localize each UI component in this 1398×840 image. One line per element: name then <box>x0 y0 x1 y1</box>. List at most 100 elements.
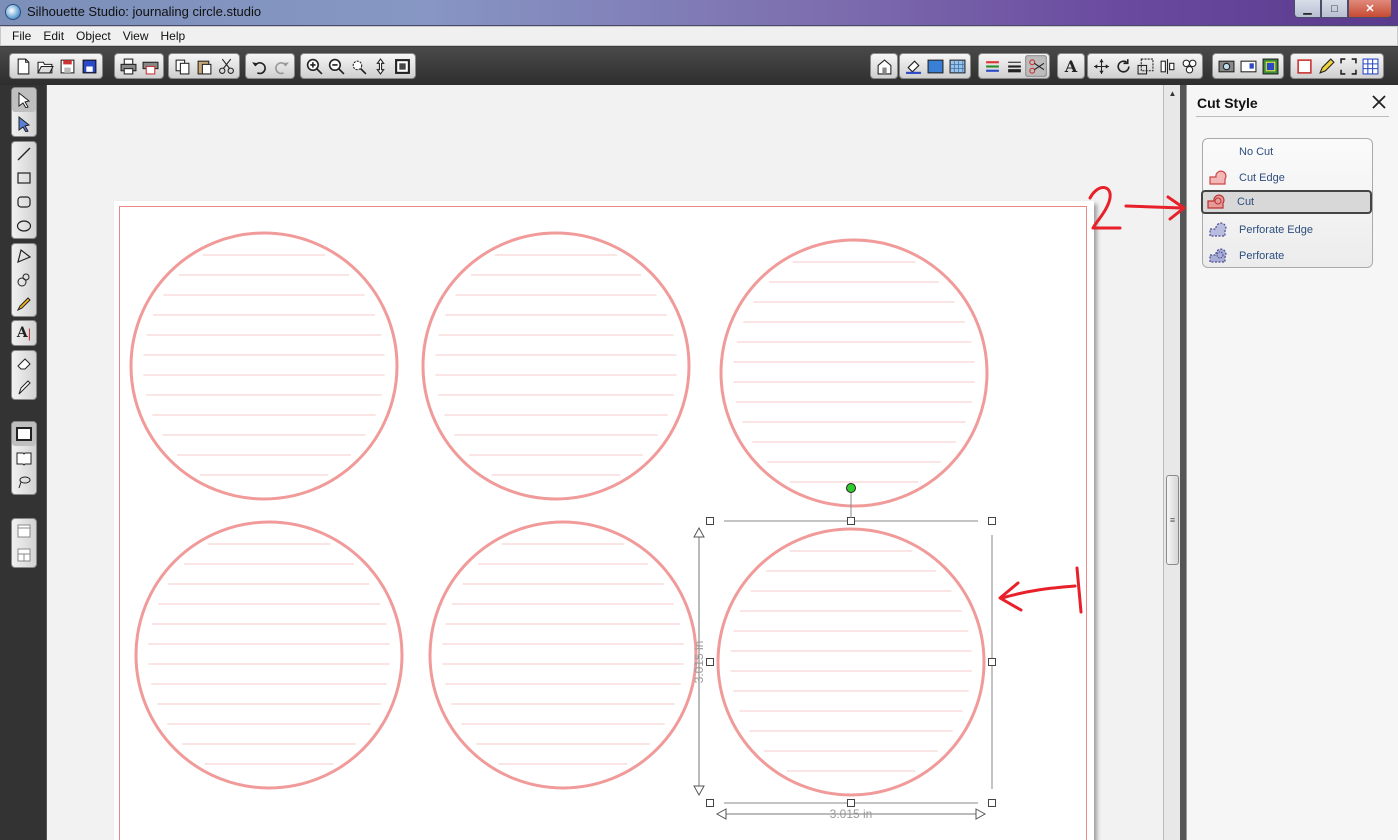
option-cut-edge[interactable]: Cut Edge <box>1205 166 1370 190</box>
grid-icon[interactable] <box>1359 55 1381 77</box>
print-icon[interactable] <box>117 55 139 77</box>
resize-handle[interactable] <box>706 517 714 525</box>
page-setup-icon[interactable] <box>1293 55 1315 77</box>
design-canvas[interactable]: 3.015 in 3.015 in <box>46 85 1163 840</box>
journaling-circle[interactable] <box>719 238 989 508</box>
undo-icon[interactable] <box>248 55 270 77</box>
text-style-icon[interactable]: A <box>1060 55 1082 77</box>
transform-icon[interactable] <box>1090 55 1112 77</box>
line-style-icon[interactable] <box>1003 55 1025 77</box>
close-window-button[interactable]: ✕ <box>1348 0 1392 18</box>
resize-handle[interactable] <box>706 799 714 807</box>
replicate-icon[interactable] <box>1178 55 1200 77</box>
view-single-icon[interactable] <box>12 519 36 543</box>
option-perforate[interactable]: Perforate <box>1205 244 1370 268</box>
menu-edit[interactable]: Edit <box>37 29 70 43</box>
paste-icon[interactable] <box>193 55 215 77</box>
scroll-up-arrow-icon[interactable]: ▲ <box>1164 85 1181 101</box>
canvas-shapes[interactable]: 3.015 in 3.015 in <box>47 85 1163 840</box>
fill-gradient-icon[interactable] <box>924 55 946 77</box>
journaling-circle[interactable] <box>716 527 986 797</box>
view-split-icon[interactable] <box>12 543 36 567</box>
polygon-icon[interactable] <box>12 244 36 268</box>
open-folder-icon[interactable] <box>34 55 56 77</box>
resize-handle[interactable] <box>847 517 855 525</box>
scale-icon[interactable] <box>1134 55 1156 77</box>
resize-handle[interactable] <box>988 517 996 525</box>
new-document-icon[interactable] <box>12 55 34 77</box>
vertical-scrollbar[interactable]: ▲ ≡ <box>1163 85 1180 840</box>
resize-handle[interactable] <box>706 658 714 666</box>
rectangle-icon[interactable] <box>12 166 36 190</box>
rounded-rectangle-icon[interactable] <box>12 190 36 214</box>
window-title: Silhouette Studio: journaling circle.stu… <box>27 4 262 19</box>
cut-scissors-icon[interactable] <box>215 55 237 77</box>
align-icon[interactable] <box>1156 55 1178 77</box>
rotate-icon[interactable] <box>1112 55 1134 77</box>
line-color-icon[interactable] <box>981 55 1003 77</box>
maximize-button[interactable]: □ <box>1321 0 1348 18</box>
zoom-select-icon[interactable] <box>347 55 369 77</box>
fit-page-icon[interactable] <box>391 55 413 77</box>
offset-icon[interactable] <box>1237 55 1259 77</box>
circle-outline <box>716 527 986 797</box>
fullscreen-icon[interactable] <box>1337 55 1359 77</box>
toolbar-group-store <box>870 53 898 79</box>
rotate-handle[interactable] <box>846 483 856 493</box>
journaling-circle[interactable] <box>421 231 691 501</box>
fill-color-icon[interactable] <box>902 55 924 77</box>
fill-pattern-icon[interactable] <box>946 55 968 77</box>
menu-help[interactable]: Help <box>155 29 192 43</box>
sketch-icon[interactable] <box>1315 55 1337 77</box>
trace-icon[interactable] <box>1215 55 1237 77</box>
redo-icon[interactable] <box>270 55 292 77</box>
print-cut-icon[interactable] <box>139 55 161 77</box>
ellipse-icon[interactable] <box>12 214 36 238</box>
circle-outline <box>129 231 399 501</box>
minimize-button[interactable]: ▁ <box>1294 0 1321 18</box>
resize-handle[interactable] <box>988 658 996 666</box>
journaling-circle[interactable] <box>428 520 698 790</box>
resize-handle[interactable] <box>988 799 996 807</box>
toolbar-group-history <box>245 53 295 79</box>
option-no-cut[interactable]: No Cut <box>1205 140 1370 164</box>
cut-style-icon[interactable] <box>1025 55 1047 77</box>
window-controls: ▁ □ ✕ <box>1294 0 1392 19</box>
save-to-library-icon[interactable] <box>78 55 100 77</box>
option-cut[interactable]: Cut <box>1201 190 1372 214</box>
line-icon[interactable] <box>12 142 36 166</box>
toolbar-group-zoom <box>300 53 416 79</box>
journaling-circle[interactable] <box>129 231 399 501</box>
no-cut-icon <box>1205 141 1231 163</box>
eraser-icon[interactable] <box>12 351 36 375</box>
lasso-icon[interactable] <box>12 470 36 494</box>
tools-shape-group <box>11 141 37 239</box>
journaling-circle[interactable] <box>134 520 404 790</box>
option-label: Cut <box>1237 196 1255 208</box>
toolbar-group-modify <box>1212 53 1284 79</box>
scrollbar-thumb[interactable]: ≡ <box>1166 475 1179 565</box>
freehand-icon[interactable] <box>12 292 36 316</box>
store-icon[interactable] <box>873 55 895 77</box>
copy-icon[interactable] <box>171 55 193 77</box>
draw-mode-icon[interactable] <box>12 422 36 446</box>
menu-file[interactable]: File <box>6 29 37 43</box>
modify-icon[interactable] <box>1259 55 1281 77</box>
knife-icon[interactable] <box>12 375 36 399</box>
text-icon[interactable]: A | <box>12 321 36 345</box>
menu-object[interactable]: Object <box>70 29 117 43</box>
pan-icon[interactable] <box>369 55 391 77</box>
save-icon[interactable] <box>56 55 78 77</box>
option-perforate-edge[interactable]: Perforate Edge <box>1205 218 1370 242</box>
zoom-out-icon[interactable] <box>325 55 347 77</box>
menu-view[interactable]: View <box>117 29 155 43</box>
point-edit-icon[interactable] <box>12 112 36 136</box>
close-panel-icon[interactable] <box>1371 94 1387 110</box>
resize-handle[interactable] <box>847 799 855 807</box>
library-icon[interactable] <box>12 446 36 470</box>
zoom-in-icon[interactable] <box>303 55 325 77</box>
toolbar-group-line <box>978 53 1050 79</box>
curve-icon[interactable] <box>12 268 36 292</box>
tools-text-group: A | <box>11 320 37 346</box>
select-icon[interactable] <box>12 88 36 112</box>
